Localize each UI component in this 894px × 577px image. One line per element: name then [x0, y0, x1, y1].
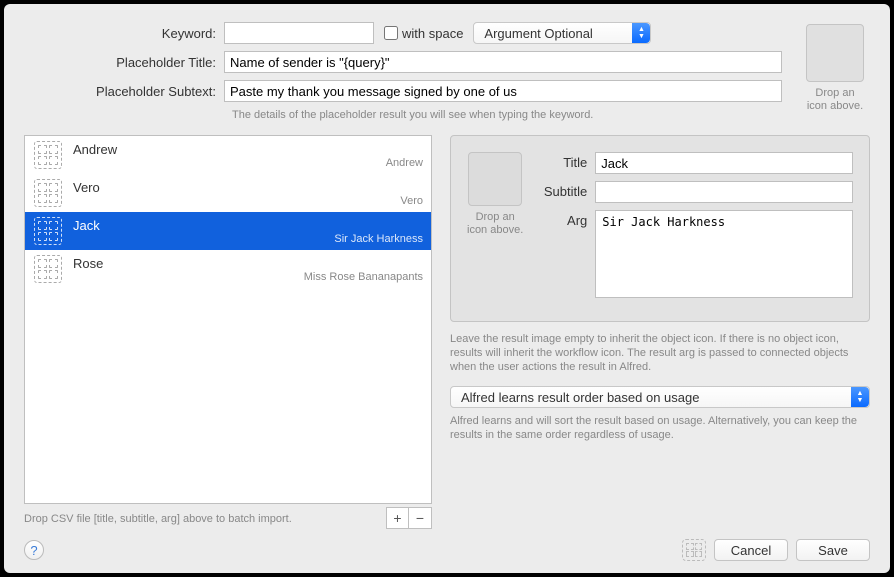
workflow-icon-dropzone[interactable]: Drop an icon above.: [800, 22, 870, 121]
workflow-icon-well[interactable]: [806, 24, 864, 82]
chevron-updown-icon: ▲▼: [851, 387, 869, 407]
list-item[interactable]: Rose Miss Rose Bananapants: [25, 250, 431, 288]
with-space-checkbox[interactable]: [384, 26, 398, 40]
save-button[interactable]: Save: [796, 539, 870, 561]
csv-drop-hint: Drop CSV file [title, subtitle, arg] abo…: [24, 513, 386, 525]
cancel-button[interactable]: Cancel: [714, 539, 788, 561]
list-item-subtitle: Miss Rose Bananapants: [73, 271, 423, 283]
list-item-title: Rose: [73, 256, 423, 271]
arg-row: Arg: [537, 210, 853, 298]
list-item-title: Jack: [73, 218, 423, 233]
placeholder-title-input[interactable]: [224, 51, 782, 73]
detail-help-text: Leave the result image empty to inherit …: [450, 332, 870, 374]
arg-label: Arg: [537, 210, 595, 228]
placeholder-title-label: Placeholder Title:: [24, 55, 224, 70]
subtitle-input[interactable]: [595, 181, 853, 203]
subtitle-label: Subtitle: [537, 181, 595, 199]
add-item-button[interactable]: +: [387, 508, 409, 528]
argument-select[interactable]: Argument Optional ▲▼: [473, 22, 651, 44]
result-icon-well[interactable]: [468, 152, 522, 206]
placeholder-subtext-label: Placeholder Subtext:: [24, 84, 224, 99]
list-item[interactable]: Jack Sir Jack Harkness: [25, 212, 431, 250]
workflow-icon-drop-text: Drop an icon above.: [807, 87, 863, 113]
placeholder-subtext-input[interactable]: [224, 80, 782, 102]
remove-item-button[interactable]: −: [409, 508, 431, 528]
list-item-subtitle: Andrew: [73, 157, 423, 169]
form-help-text: The details of the placeholder result yo…: [232, 109, 782, 121]
title-input[interactable]: [595, 152, 853, 174]
keyword-input[interactable]: [224, 22, 374, 44]
order-select-wrap: Alfred learns result order based on usag…: [450, 386, 870, 408]
preferences-dialog: Keyword: with space Argument Optional ▲▼…: [4, 4, 890, 573]
form-rows: Keyword: with space Argument Optional ▲▼…: [24, 22, 782, 121]
order-select-value: Alfred learns result order based on usag…: [461, 390, 699, 405]
grid-icon: [33, 178, 63, 208]
result-icon-dropzone[interactable]: Drop an icon above.: [467, 152, 523, 305]
help-button[interactable]: ?: [24, 540, 44, 560]
list-item[interactable]: Vero Vero: [25, 174, 431, 212]
placeholder-title-row: Placeholder Title:: [24, 51, 782, 73]
grid-icon: [33, 140, 63, 170]
keyword-label: Keyword:: [24, 26, 224, 41]
list-item-subtitle: Sir Jack Harkness: [73, 233, 423, 245]
subtitle-row: Subtitle: [537, 181, 853, 203]
list-footer: Drop CSV file [title, subtitle, arg] abo…: [24, 508, 432, 529]
chevron-updown-icon: ▲▼: [632, 23, 650, 43]
keyword-row: Keyword: with space Argument Optional ▲▼: [24, 22, 782, 44]
detail-fields: Title Subtitle Arg: [537, 152, 853, 305]
detail-section: Drop an icon above. Title Subtitle Arg: [450, 135, 870, 529]
order-help-text: Alfred learns and will sort the result b…: [450, 414, 870, 442]
arg-textarea[interactable]: [595, 210, 853, 298]
placeholder-subtext-row: Placeholder Subtext:: [24, 80, 782, 102]
list-section: Andrew Andrew Vero Vero: [24, 135, 432, 529]
result-icon-drop-text: Drop an icon above.: [467, 211, 523, 237]
grid-icon-button[interactable]: [682, 539, 706, 561]
detail-box: Drop an icon above. Title Subtitle Arg: [450, 135, 870, 322]
bottom-bar: ? Cancel Save: [24, 539, 870, 561]
order-select[interactable]: Alfred learns result order based on usag…: [450, 386, 870, 408]
title-label: Title: [537, 152, 595, 170]
title-row: Title: [537, 152, 853, 174]
list-item[interactable]: Andrew Andrew: [25, 136, 431, 174]
add-remove-buttons: + −: [386, 507, 432, 529]
grid-icon: [33, 216, 63, 246]
with-space-label: with space: [402, 26, 463, 41]
argument-select-value: Argument Optional: [484, 26, 592, 41]
top-form-section: Keyword: with space Argument Optional ▲▼…: [24, 22, 870, 121]
list-item-subtitle: Vero: [73, 195, 423, 207]
results-list[interactable]: Andrew Andrew Vero Vero: [24, 135, 432, 504]
main-area: Andrew Andrew Vero Vero: [24, 135, 870, 529]
grid-icon: [33, 254, 63, 284]
list-item-title: Vero: [73, 180, 423, 195]
list-item-title: Andrew: [73, 142, 423, 157]
with-space-checkbox-wrap[interactable]: with space: [384, 26, 463, 41]
